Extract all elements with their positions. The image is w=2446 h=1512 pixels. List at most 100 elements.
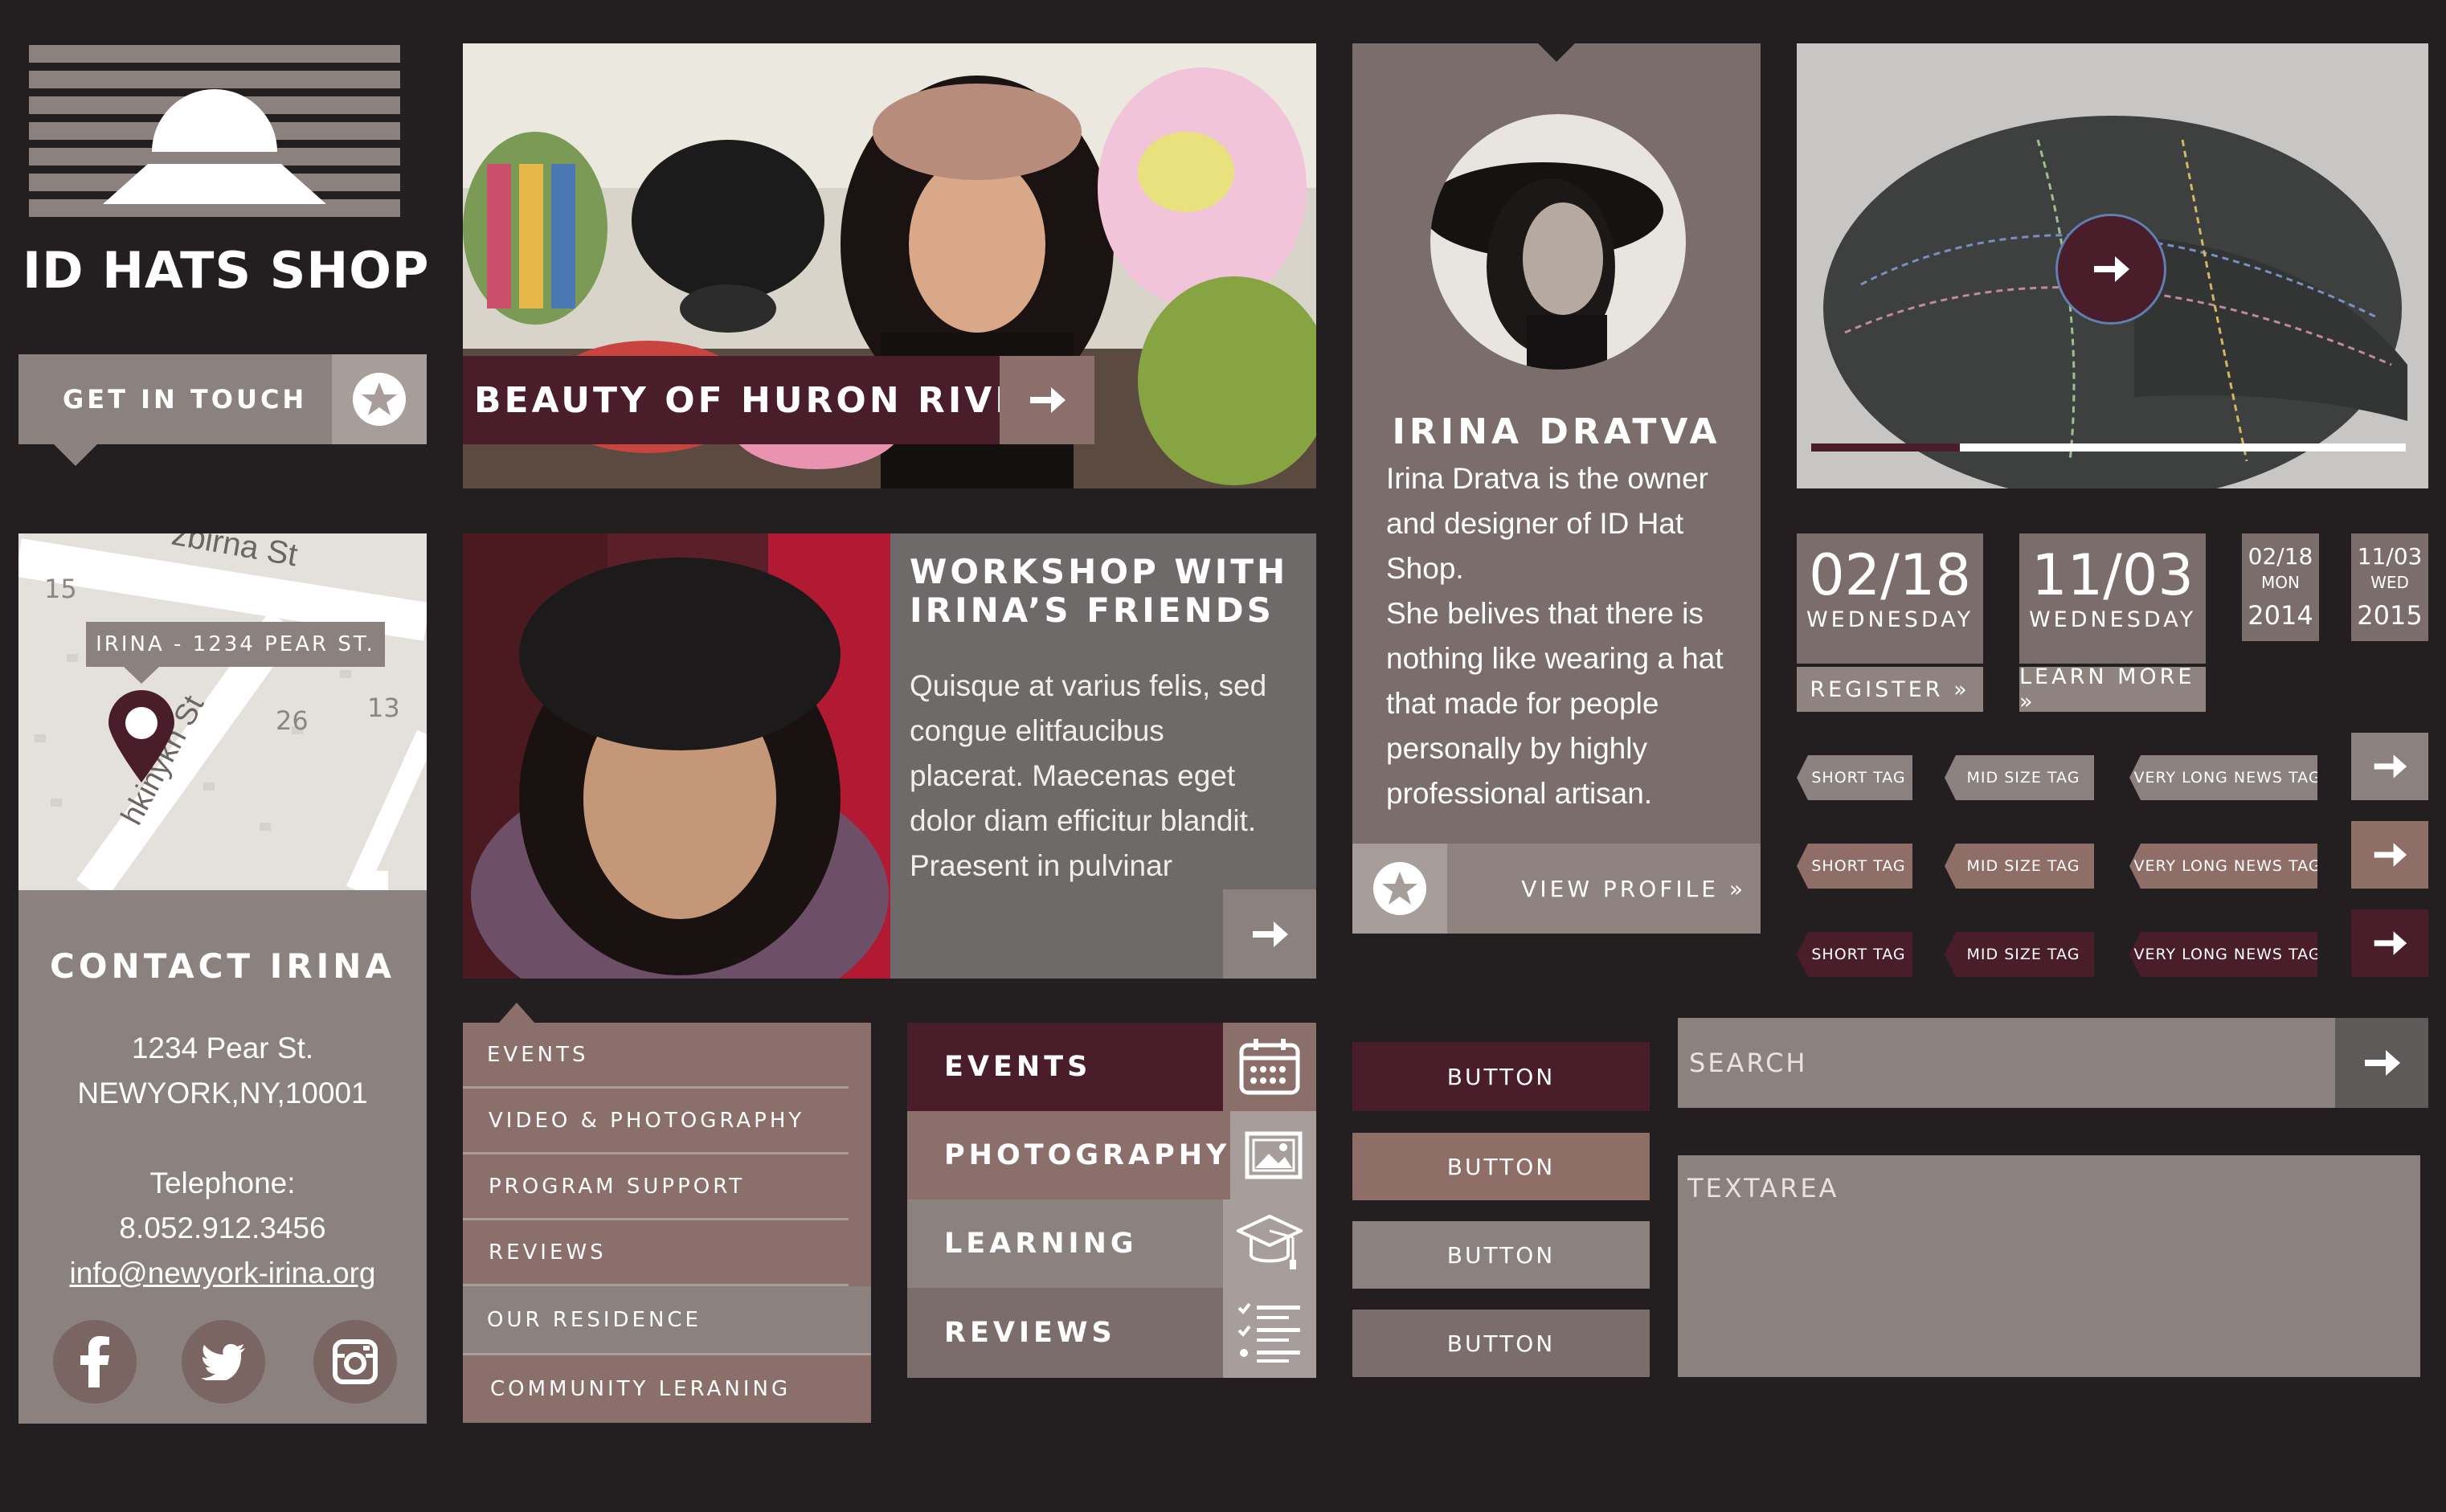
profile-star-box[interactable] <box>1352 844 1447 934</box>
arrow-right-icon <box>2094 256 2129 282</box>
category-label: PHOTOGRAPHY <box>944 1139 1231 1171</box>
star-icon <box>1373 862 1426 915</box>
category-label: EVENTS <box>944 1051 1092 1083</box>
contact-phone-number[interactable]: 8.052.912.3456 <box>18 1206 427 1251</box>
avatar[interactable] <box>1430 114 1686 370</box>
tag-long[interactable]: VERY LONG NEWS TAG <box>2129 932 2317 977</box>
get-in-touch-pointer <box>53 443 98 466</box>
get-in-touch-label: GET IN TOUCH <box>63 384 308 415</box>
mini-date-year: 2015 <box>2357 600 2423 631</box>
brand-logo[interactable] <box>27 43 402 230</box>
menu-pointer <box>498 1003 535 1024</box>
tag-long[interactable]: VERY LONG NEWS TAG <box>2129 755 2317 800</box>
tag-mid[interactable]: MID SIZE TAG <box>1945 755 2094 800</box>
profile-bio: Irina Dratva is the owner and designer o… <box>1386 462 1724 810</box>
search-submit-button[interactable] <box>2335 1018 2428 1108</box>
menu-item-community-leraning[interactable]: COMMUNITY LERANING <box>463 1355 871 1423</box>
category-reviews[interactable]: REVIEWS <box>907 1288 1316 1378</box>
menu-item-events[interactable]: EVENTS <box>463 1023 849 1089</box>
menu-item-reviews[interactable]: REVIEWS <box>463 1220 849 1286</box>
category-events[interactable]: EVENTS <box>907 1023 1316 1111</box>
category-icon-box <box>1223 1199 1316 1288</box>
twitter-icon <box>201 1343 245 1380</box>
tag-row-arrow-button[interactable] <box>2351 733 2428 800</box>
slider-progress-track[interactable] <box>1811 443 2406 452</box>
workshop-arrow-button[interactable] <box>1223 889 1316 979</box>
category-learning[interactable]: LEARNING <box>907 1199 1316 1288</box>
mini-date-year: 2014 <box>2248 600 2313 631</box>
menu-list: EVENTS VIDEO & PHOTOGRAPHY PROGRAM SUPPO… <box>463 1023 871 1423</box>
map[interactable]: zbirna St hkinykh St 15 26 13 IRINA - 12… <box>18 533 427 890</box>
get-in-touch-icon-box <box>332 354 427 444</box>
register-button[interactable]: REGISTER » <box>1797 667 1983 712</box>
category-label: LEARNING <box>944 1228 1138 1260</box>
slider-next-button[interactable] <box>2055 214 2166 325</box>
arrow-right-icon <box>1253 921 1288 947</box>
menu-item-video-photography[interactable]: VIDEO & PHOTOGRAPHY <box>463 1089 849 1154</box>
tag-long[interactable]: VERY LONG NEWS TAG <box>2129 844 2317 889</box>
facebook-button[interactable] <box>53 1320 137 1404</box>
workshop-image <box>463 533 890 979</box>
hero-label-text: BEAUTY OF HURON RIVER <box>474 379 1053 421</box>
message-textarea[interactable] <box>1678 1155 2420 1377</box>
get-in-touch-button[interactable]: GET IN TOUCH <box>18 354 427 444</box>
twitter-button[interactable] <box>182 1320 265 1404</box>
tag-mid[interactable]: MID SIZE TAG <box>1945 932 2094 977</box>
button-burgundy[interactable]: BUTTON <box>1352 1042 1650 1111</box>
workshop-photo[interactable] <box>463 533 890 979</box>
date-card-day: WEDNESDAY <box>1806 607 1974 632</box>
button-taupe[interactable]: BUTTON <box>1352 1221 1650 1289</box>
calendar-icon <box>1239 1039 1300 1095</box>
contact-title: CONTACT IRINA <box>50 946 395 986</box>
button-dark-taupe[interactable]: BUTTON <box>1352 1310 1650 1377</box>
mini-date-date: 02/18 <box>2248 543 2313 570</box>
list-icon <box>1237 1302 1300 1363</box>
graduation-cap-icon <box>1237 1214 1303 1269</box>
brand-name: ID HATS SHOP <box>22 241 430 300</box>
map-label-pointer <box>123 666 160 684</box>
category-icon-box <box>1223 1288 1316 1378</box>
hero-arrow-button[interactable] <box>1000 356 1094 444</box>
learn-more-button[interactable]: LEARN MORE » <box>2019 664 2206 714</box>
mini-date-day: WED <box>2370 573 2409 592</box>
mini-date-1[interactable]: 02/18 MON 2014 <box>2242 533 2319 641</box>
tag-short[interactable]: SHORT TAG <box>1797 932 1912 977</box>
contact-email[interactable]: info@newyork-irina.org <box>18 1251 427 1296</box>
arrow-right-icon <box>2374 931 2407 955</box>
avatar-image <box>1430 114 1686 370</box>
hat-logo-icon <box>29 45 400 217</box>
instagram-button[interactable] <box>313 1320 397 1404</box>
instagram-icon <box>333 1339 378 1384</box>
view-profile-bar[interactable]: VIEW PROFILE » <box>1352 844 1761 934</box>
mini-date-2[interactable]: 11/03 WED 2015 <box>2351 533 2428 641</box>
mini-date-day: MON <box>2261 573 2300 592</box>
tag-short[interactable]: SHORT TAG <box>1797 755 1912 800</box>
menu-item-our-residence[interactable]: OUR RESIDENCE <box>463 1286 871 1355</box>
hero-label[interactable]: BEAUTY OF HURON RIVER <box>463 356 1049 444</box>
tag-mid[interactable]: MID SIZE TAG <box>1945 844 2094 889</box>
tag-row-arrow-button[interactable] <box>2351 821 2428 889</box>
button-rose[interactable]: BUTTON <box>1352 1133 1650 1200</box>
contact-phone-label: Telephone: <box>149 1167 296 1199</box>
contact-address: 1234 Pear St. NEWYORK,NY,10001 <box>18 986 427 1116</box>
category-icon-box <box>1230 1111 1316 1199</box>
menu-item-program-support[interactable]: PROGRAM SUPPORT <box>463 1154 849 1220</box>
profile-pointer <box>1538 43 1575 62</box>
profile-name: IRINA DRATVA <box>1392 411 1721 452</box>
arrow-right-icon <box>2365 1050 2400 1076</box>
tag-short[interactable]: SHORT TAG <box>1797 844 1912 889</box>
map-pin-icon[interactable] <box>107 689 176 784</box>
date-card-date: 11/03 <box>2031 542 2194 608</box>
search-input[interactable] <box>1678 1048 2335 1078</box>
tag-row-arrow-button[interactable] <box>2351 909 2428 977</box>
map-house-number: 15 <box>44 574 77 604</box>
facebook-icon <box>80 1336 109 1387</box>
image-icon <box>1245 1131 1303 1179</box>
view-profile-link[interactable]: VIEW PROFILE » <box>1521 876 1761 902</box>
category-icon-box <box>1223 1023 1316 1111</box>
category-label: REVIEWS <box>944 1317 1116 1349</box>
map-house-number: 13 <box>367 693 400 723</box>
map-image <box>18 533 427 890</box>
category-photography[interactable]: PHOTOGRAPHY <box>907 1111 1316 1199</box>
date-card-2: 11/03 WEDNESDAY <box>2019 533 2206 664</box>
